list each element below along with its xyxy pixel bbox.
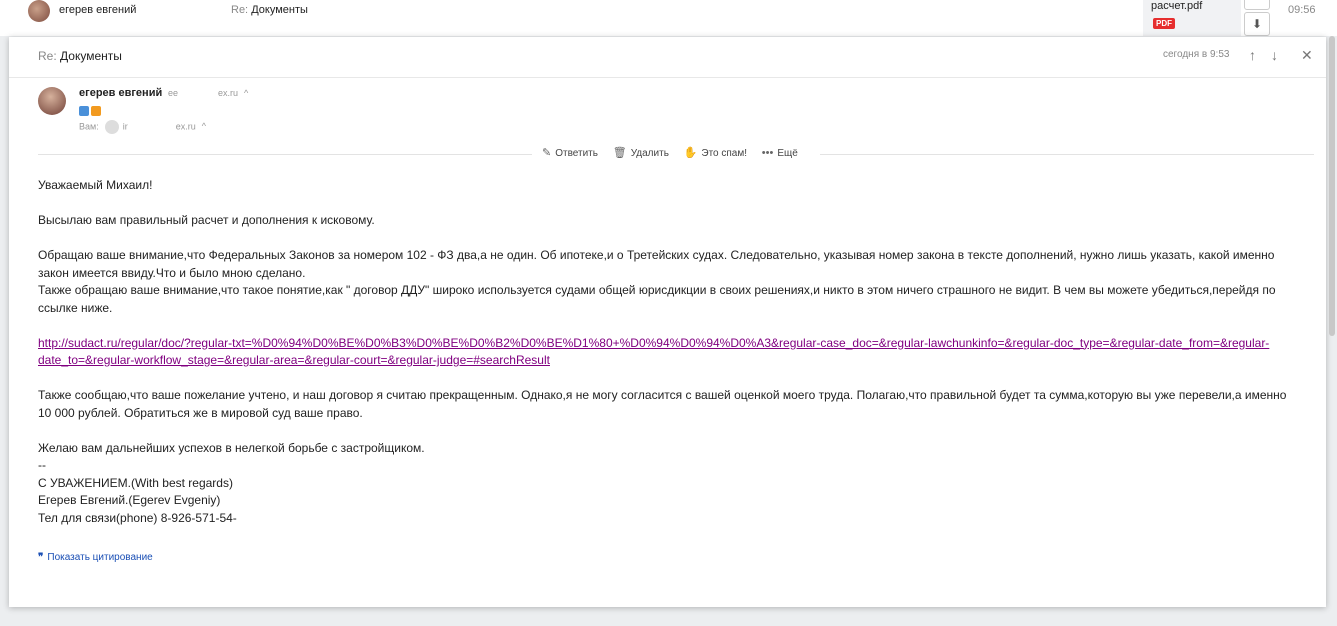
paragraph: Также сообщаю,что ваше пожелание учтено,… — [38, 388, 1287, 420]
expand-caret-icon[interactable]: ^ — [202, 121, 206, 131]
list-time: 09:56 — [1288, 4, 1316, 16]
close-icon[interactable]: ✕ — [1301, 47, 1313, 64]
sender-email[interactable]: ee ex.ru ^ — [168, 88, 248, 98]
signature-line: Тел для связи(phone) 8-926-571-54- — [38, 510, 237, 525]
expand-caret-icon: ^ — [244, 88, 249, 98]
service-icon — [79, 105, 89, 116]
list-sender: егерев евгений — [59, 4, 137, 16]
prev-message-icon[interactable]: ↑ — [1249, 47, 1256, 63]
reply-button[interactable]: ✎ Ответить — [542, 146, 598, 159]
show-quote-button[interactable]: ❞ Показать цитирование — [38, 552, 153, 563]
paragraph: Также обращаю ваше внимание,что такое по… — [38, 283, 1276, 315]
pdf-badge: PDF — [1153, 18, 1175, 29]
message-view: Re: Документы сегодня в 9:53 ↑ ↓ ✕ егере… — [9, 37, 1326, 607]
next-message-icon[interactable]: ↓ — [1271, 47, 1278, 63]
message-body: Уважаемый Михаил! Высылаю вам правильный… — [38, 177, 1298, 527]
reply-icon: ✎ — [542, 147, 552, 159]
message-list-row[interactable]: егерев евгений Re: Документы расчет.pdf … — [0, 0, 1337, 36]
quote-icon: ❞ — [38, 552, 44, 563]
message-header: Re: Документы сегодня в 9:53 ↑ ↓ ✕ — [9, 37, 1326, 78]
attachment-name: расчет.pdf — [1151, 0, 1203, 12]
more-icon: ••• — [761, 147, 774, 159]
to-label: Вам: — [79, 121, 99, 132]
attachment-action-button[interactable] — [1244, 0, 1270, 10]
signature-line: Егерев Евгений.(Egerev Evgeniy) — [38, 493, 221, 507]
sender-service-icons — [79, 102, 103, 120]
paragraph: Желаю вам дальнейших успехов в нелегкой … — [38, 440, 425, 455]
attachment-preview[interactable]: расчет.pdf PDF — [1143, 0, 1241, 36]
more-button[interactable]: ••• Ещё — [762, 147, 798, 159]
odnoklassniki-icon — [91, 105, 101, 116]
sudact-link[interactable]: http://sudact.ru/regular/doc/?regular-tx… — [38, 336, 1269, 368]
trash-icon: 🗑 — [612, 147, 627, 159]
message-date: сегодня в 9:53 — [1163, 49, 1230, 60]
signature-separator: -- — [38, 458, 46, 472]
download-icon[interactable]: ⬇ — [1244, 12, 1270, 36]
message-subject: Re: Документы — [38, 49, 122, 63]
delete-button[interactable]: 🗑 Удалить — [613, 146, 669, 159]
signature-line: С УВАЖЕНИЕМ.(With best regards) — [38, 475, 233, 490]
recipient-row: Вам: ir ex.ru ^ — [79, 120, 206, 134]
paragraph: Обращаю ваше внимание,что Федеральных За… — [38, 248, 1275, 280]
list-subject: Re: Документы — [231, 4, 308, 16]
recipient-email: ir — [122, 121, 128, 132]
paragraph: Высылаю вам правильный расчет и дополнен… — [38, 213, 375, 227]
message-toolbar: ✎ Ответить 🗑 Удалить ✋ Это спам! ••• Ещё — [532, 146, 820, 159]
scrollbar[interactable] — [1329, 36, 1335, 336]
spam-button[interactable]: ✋ Это спам! — [684, 146, 747, 159]
greeting: Уважаемый Михаил! — [38, 178, 153, 192]
sender-name[interactable]: егерев евгений — [79, 87, 162, 99]
sender-avatar-large[interactable] — [38, 87, 66, 115]
recipient-avatar — [104, 120, 119, 134]
sender-avatar — [28, 0, 50, 22]
hand-icon: ✋ — [683, 147, 698, 159]
